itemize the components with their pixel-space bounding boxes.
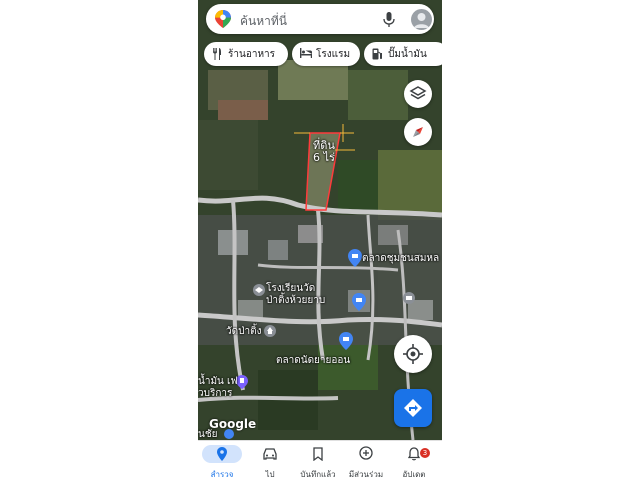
nav-saved[interactable]: บันทึกแล้ว xyxy=(294,441,342,480)
hotel-icon xyxy=(300,48,312,58)
nav-updates-label: อัปเดต xyxy=(402,470,426,479)
layers-icon xyxy=(409,86,427,100)
nav-saved-icon-wrap xyxy=(298,445,338,463)
compass-icon xyxy=(413,127,423,137)
place-label-gas-line1[interactable]: น้ำมัน เฟ xyxy=(198,376,238,388)
chip-gas-station[interactable]: ปั๊มน้ำมัน xyxy=(364,42,442,66)
bottom-navigation: สำรวจ ไป บันทึกแล้ว มีส่วนร่วม 3 อัปเดต xyxy=(198,440,442,480)
directions-icon xyxy=(404,399,422,417)
person-icon xyxy=(414,13,429,28)
search-bar[interactable]: ค้นหาที่นี่ xyxy=(206,4,434,34)
gas-station-icon xyxy=(372,48,382,60)
place-label-school-line1[interactable]: โรงเรียนวัด xyxy=(266,283,315,295)
chip-label: ปั๊มน้ำมัน xyxy=(388,48,427,60)
nav-go-label: ไป xyxy=(265,470,275,479)
directions-button[interactable] xyxy=(394,389,432,427)
place-label-market1[interactable]: ตลาดชุมชนสมหล xyxy=(362,253,439,265)
bookmark-icon xyxy=(313,447,323,461)
chip-restaurant[interactable]: ร้านอาหาร xyxy=(204,42,288,66)
nav-go[interactable]: ไป xyxy=(246,441,294,480)
category-chips: ร้านอาหาร โรงแรม ปั๊มน้ำมัน xyxy=(204,42,442,66)
explore-pin-icon xyxy=(217,447,227,461)
place-marker-icon[interactable] xyxy=(403,292,415,304)
nav-contribute-label: มีส่วนร่วม xyxy=(348,470,384,479)
store-marker-icon[interactable] xyxy=(352,293,366,311)
car-icon xyxy=(263,448,277,460)
market2-marker-icon[interactable] xyxy=(339,332,353,350)
nav-contribute[interactable]: มีส่วนร่วม xyxy=(342,441,390,480)
place-label-temple[interactable]: วัดป่าติ้ง xyxy=(226,326,261,338)
school-marker-icon[interactable] xyxy=(253,284,265,296)
chip-label: ร้านอาหาร xyxy=(228,48,276,60)
nav-saved-label: บันทึกแล้ว xyxy=(300,470,336,479)
nav-go-icon-wrap xyxy=(250,445,290,463)
google-maps-pin-icon xyxy=(215,10,231,28)
nav-explore-indicator xyxy=(202,445,242,463)
restaurant-icon xyxy=(213,48,221,60)
phone-screen: ที่ดิน 6 ไร่ ตลาดชุมชนสมหล โรงเรียนวัด ป… xyxy=(198,0,442,480)
place-label-market2[interactable]: ตลาดนัดยายออน xyxy=(276,355,350,367)
nav-explore[interactable]: สำรวจ xyxy=(198,441,246,480)
parcel-label: ที่ดิน 6 ไร่ xyxy=(308,140,340,164)
nav-explore-label: สำรวจ xyxy=(210,470,234,479)
parcel-label-line2: 6 ไร่ xyxy=(313,151,335,164)
add-circle-icon xyxy=(359,446,373,460)
temple-marker-icon[interactable] xyxy=(264,325,276,337)
market-marker-icon[interactable] xyxy=(348,249,362,267)
nav-updates-icon-wrap: 3 xyxy=(394,445,434,463)
nav-updates[interactable]: 3 อัปเดต xyxy=(390,441,438,480)
place-label-gas-line2[interactable]: วบริการ xyxy=(198,388,232,400)
place-label-school-line2[interactable]: ป่าติ้งห้วยยาบ xyxy=(266,295,325,307)
bell-icon xyxy=(408,447,420,461)
compass-button[interactable] xyxy=(404,118,432,146)
my-location-icon xyxy=(403,344,423,364)
google-attribution: Google xyxy=(209,417,257,431)
chip-label: โรงแรม xyxy=(316,48,351,60)
notification-badge: 3 xyxy=(420,448,430,458)
chip-hotel[interactable]: โรงแรม xyxy=(292,42,360,66)
microphone-icon[interactable] xyxy=(383,12,395,28)
nav-contribute-icon-wrap xyxy=(346,445,386,463)
profile-avatar[interactable] xyxy=(411,9,432,30)
satellite-map[interactable] xyxy=(198,0,442,440)
layers-button[interactable] xyxy=(404,80,432,108)
search-input[interactable]: ค้นหาที่นี่ xyxy=(240,12,287,31)
my-location-button[interactable] xyxy=(394,335,432,373)
